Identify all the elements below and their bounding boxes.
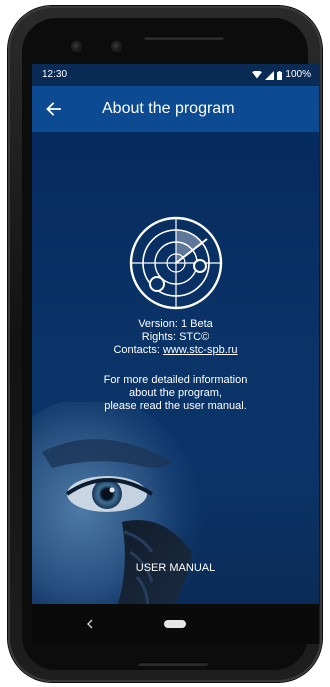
status-bar: 12:30 100% (32, 64, 319, 86)
contacts-line: Contacts: www.stc-spb.ru (32, 344, 319, 357)
more-info-line-1: For more detailed information (103, 374, 248, 386)
more-info-line-3: please read the user manual. (104, 400, 247, 412)
contacts-label: Contacts: (113, 344, 163, 356)
earpiece-speaker (144, 36, 224, 40)
page-title: About the program (102, 100, 235, 117)
user-manual-button[interactable]: USER MANUAL (92, 556, 259, 580)
wifi-icon (252, 71, 263, 79)
about-content: Version: 1 Beta Rights: STC© Contacts: w… (32, 132, 319, 604)
status-icons: 100% (252, 64, 311, 86)
rights-text: Rights: STC© (141, 331, 210, 343)
nav-home-pill[interactable] (164, 620, 186, 628)
more-info-text: For more detailed information about the … (32, 374, 319, 413)
version-text: Version: 1 Beta (138, 318, 213, 330)
back-button[interactable] (38, 94, 68, 124)
front-sensor (112, 42, 121, 51)
signal-icon (265, 70, 275, 80)
program-info: Version: 1 Beta Rights: STC© Contacts: w… (32, 318, 319, 357)
battery-percent: 100% (285, 69, 311, 80)
nav-back-button[interactable] (80, 614, 100, 634)
website-link[interactable]: www.stc-spb.ru (163, 344, 238, 356)
nav-back-icon (87, 619, 93, 629)
more-info-line-2: about the program, (129, 387, 222, 399)
status-time: 12:30 (42, 69, 68, 80)
radar-logo-icon (129, 216, 223, 310)
app-screen: 12:30 100% About the program Version: 1 … (32, 64, 319, 644)
battery-icon (277, 70, 283, 80)
system-nav-bar (32, 604, 319, 644)
arrow-left-icon (46, 102, 61, 116)
front-camera (72, 42, 81, 51)
bottom-speaker (138, 662, 208, 666)
app-bar: About the program (32, 86, 319, 132)
